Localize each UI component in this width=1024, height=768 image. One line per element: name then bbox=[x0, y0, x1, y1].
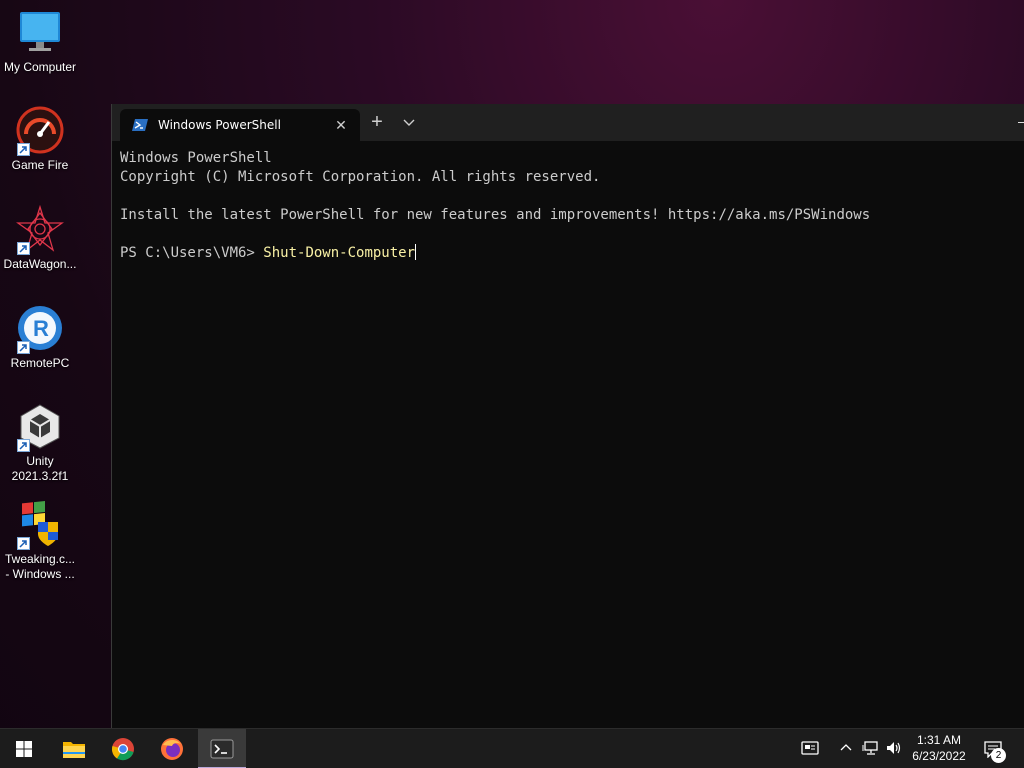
taskbar-terminal[interactable] bbox=[198, 729, 246, 768]
new-tab-button[interactable]: + bbox=[366, 112, 388, 134]
shortcut-arrow-icon bbox=[17, 143, 30, 156]
text-cursor bbox=[415, 244, 417, 260]
desktop-icon-label: Game Fire bbox=[11, 158, 69, 172]
svg-text:R: R bbox=[33, 316, 49, 341]
desktop-icon-my-computer[interactable]: My Computer bbox=[0, 8, 80, 75]
firefox-icon bbox=[161, 738, 183, 760]
desktop-icon-label: Unity 2021.3.2f1 bbox=[11, 454, 69, 483]
file-explorer-icon bbox=[63, 742, 85, 758]
console-line: Windows PowerShell bbox=[120, 150, 272, 166]
powershell-icon bbox=[132, 117, 148, 133]
start-icon bbox=[16, 741, 32, 757]
notification-count-badge: 2 bbox=[991, 748, 1006, 763]
prompt-line[interactable]: PS C:\Users\VM6> Shut-Down-Computer bbox=[120, 244, 1024, 263]
desktop-icon-datawagon[interactable]: DataWagon... bbox=[0, 204, 80, 272]
desktop-icon-label: Tweaking.c... - Windows ... bbox=[4, 552, 76, 581]
chevron-down-icon[interactable] bbox=[400, 114, 418, 132]
remotepc-icon: R bbox=[16, 304, 64, 354]
terminal-icon bbox=[210, 739, 234, 759]
close-tab-icon[interactable]: ✕ bbox=[332, 116, 350, 134]
shortcut-arrow-icon bbox=[17, 439, 30, 452]
unity-icon bbox=[16, 402, 64, 452]
console-line: Install the latest PowerShell for new fe… bbox=[120, 207, 871, 223]
desktop-icon-label: RemotePC bbox=[10, 356, 70, 370]
desktop-icon-label: DataWagon... bbox=[3, 257, 77, 271]
desktop-icon-game-fire[interactable]: Game Fire bbox=[0, 106, 80, 173]
taskbar-file-explorer[interactable] bbox=[50, 729, 98, 768]
prompt: PS C:\Users\VM6> bbox=[120, 245, 264, 261]
shortcut-arrow-icon bbox=[17, 537, 30, 550]
windows-shield-icon bbox=[16, 500, 64, 550]
console-line: Copyright (C) Microsoft Corporation. All… bbox=[120, 169, 601, 185]
network-icon[interactable] bbox=[862, 739, 880, 759]
tab-windows-powershell[interactable]: Windows PowerShell ✕ bbox=[120, 109, 360, 141]
tab-title: Windows PowerShell bbox=[158, 118, 281, 132]
console-output[interactable]: Windows PowerShell Copyright (C) Microsof… bbox=[112, 141, 1024, 263]
clock-time: 1:31 AM bbox=[916, 733, 962, 747]
tab-bar: Windows PowerShell ✕ + bbox=[112, 104, 1024, 141]
shortcut-arrow-icon bbox=[17, 341, 30, 354]
desktop-icon-label: My Computer bbox=[3, 60, 77, 74]
news-widget-icon[interactable] bbox=[801, 739, 819, 759]
desktop: My Computer Game Fire DataWagon... R Rem… bbox=[0, 0, 110, 728]
chrome-icon bbox=[111, 738, 134, 761]
shortcut-arrow-icon bbox=[17, 242, 30, 255]
clock-date: 6/23/2022 bbox=[912, 749, 966, 763]
chevron-up-icon[interactable] bbox=[838, 739, 854, 759]
taskbar-chrome[interactable] bbox=[99, 729, 147, 768]
desktop-icon-tweaking[interactable]: Tweaking.c... - Windows ... bbox=[0, 500, 80, 582]
taskbar-firefox[interactable] bbox=[148, 729, 196, 768]
volume-icon[interactable] bbox=[885, 739, 903, 759]
fractal-star-icon bbox=[15, 204, 65, 255]
minimize-button[interactable] bbox=[1018, 122, 1024, 123]
monitor-icon bbox=[16, 8, 64, 56]
desktop-icon-remotepc[interactable]: R RemotePC bbox=[0, 304, 80, 371]
typed-command: Shut-Down-Computer bbox=[263, 245, 416, 261]
taskbar: 1:31 AM 6/23/2022 2 bbox=[0, 728, 1024, 768]
speedometer-icon bbox=[16, 106, 64, 156]
terminal-window[interactable]: Windows PowerShell ✕ + Windows PowerShel… bbox=[111, 104, 1024, 728]
start-button[interactable] bbox=[0, 729, 48, 768]
desktop-icon-unity[interactable]: Unity 2021.3.2f1 bbox=[0, 402, 80, 484]
system-clock[interactable]: 1:31 AM 6/23/2022 bbox=[906, 732, 972, 764]
